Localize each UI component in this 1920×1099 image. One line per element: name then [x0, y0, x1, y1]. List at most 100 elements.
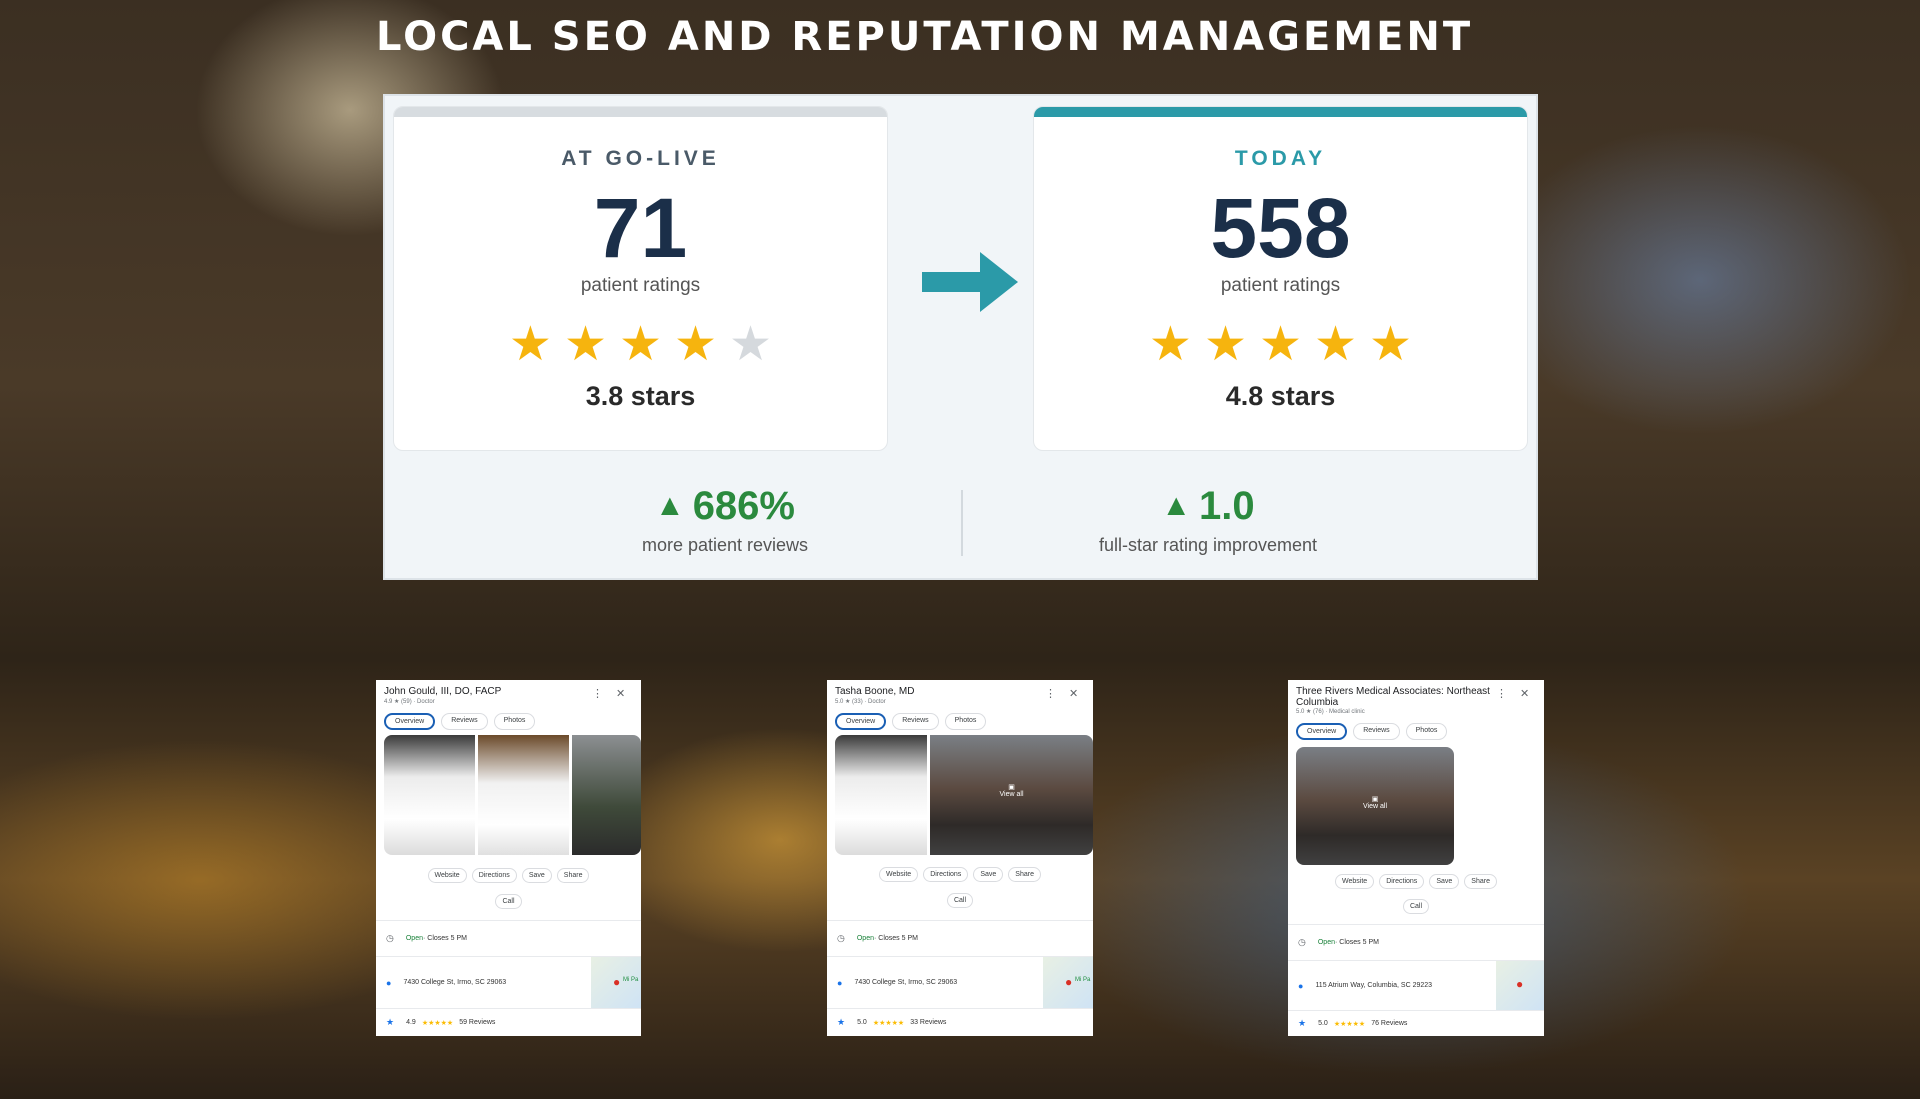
close-icon[interactable]: ✕ [1520, 687, 1529, 700]
tab-overview[interactable]: Overview [1296, 723, 1348, 740]
address-row[interactable]: ● 7430 College St, Irmo, SC 29063 ● Mi P… [827, 956, 1093, 1009]
map-thumbnail[interactable]: ● [1496, 961, 1544, 1011]
star-filled-icon: ★ [1258, 318, 1303, 371]
rating-stars-icon: ★★★★★ [421, 1019, 454, 1027]
tab-photos[interactable]: Photos [493, 713, 536, 730]
address-text: 7430 College St, Irmo, SC 29063 [403, 979, 507, 986]
tab-reviews[interactable]: Reviews [892, 713, 939, 730]
go-live-card: AT GO-LIVE 71 patient ratings ★ ★ ★ ★ ★ 3.8 … [393, 106, 888, 451]
clock-icon: ◷ [837, 933, 845, 943]
tab-overview[interactable]: Overview [835, 713, 887, 730]
listing-card-gould: John Gould, III, DO, FACP 4.9 ★ (59) · D… [376, 680, 641, 1036]
hours-closing: · Closes 5 PM [1334, 939, 1379, 946]
doctor-photo[interactable] [835, 735, 927, 855]
star-filled-icon: ★ [618, 318, 663, 371]
tab-reviews[interactable]: Reviews [441, 713, 488, 730]
more-options-icon[interactable]: ⋮ [1045, 687, 1056, 700]
listing-name: Tasha Boone, MD [835, 686, 915, 697]
rating-stars-icon: ★★★★★ [1333, 1020, 1366, 1028]
go-live-count: 71 [593, 181, 688, 275]
today-card-bar [1034, 107, 1527, 117]
close-icon[interactable]: ✕ [616, 687, 625, 700]
listing-meta: 4.9 ★ (59) · Doctor [384, 699, 435, 705]
star-filled-icon: ★ [1203, 318, 1247, 371]
star-empty-icon: ★ [729, 318, 773, 371]
go-live-label: AT GO-LIVE [561, 147, 720, 170]
call-button[interactable]: Call [1402, 899, 1430, 914]
map-thumbnail[interactable]: ● Mi Pa [591, 957, 641, 1009]
hours-status: Open [856, 935, 874, 942]
doctor-photo[interactable] [477, 735, 569, 855]
directions-button[interactable]: Directions [923, 867, 969, 882]
photos-icon: ▣ [1371, 796, 1379, 803]
listing-card-boone: Tasha Boone, MD 5.0 ★ (33) · Doctor ⋮ ✕ … [827, 680, 1093, 1036]
share-button[interactable]: Share [556, 868, 590, 883]
close-icon[interactable]: ✕ [1069, 687, 1078, 700]
star-icon: ★ [837, 1017, 846, 1027]
map-label: Mi Pa [623, 977, 639, 983]
more-options-icon[interactable]: ⋮ [1496, 687, 1507, 700]
doctor-photo[interactable] [384, 735, 475, 855]
share-button[interactable]: Share [1008, 867, 1041, 882]
location-pin-icon: ● [1298, 980, 1304, 991]
tab-photos[interactable]: Photos [1405, 723, 1448, 740]
share-button[interactable]: Share [1464, 874, 1497, 889]
hours-row[interactable]: ◷ Open · Closes 5 PM [827, 920, 1093, 956]
listing-meta: 5.0 ★ (76) · Medical clinic [1296, 709, 1365, 715]
address-row[interactable]: ● 115 Atrium Way, Columbia, SC 29223 ● [1288, 960, 1544, 1011]
save-button[interactable]: Save [521, 868, 552, 883]
stat-divider [961, 490, 963, 556]
directions-button[interactable]: Directions [1379, 874, 1425, 889]
rating-stat: ▲ 1.0 full-star rating improvement [988, 484, 1428, 556]
directions-button[interactable]: Directions [471, 868, 517, 883]
hours-closing: · Closes 5 PM [422, 935, 467, 942]
map-pin-icon: ● [1065, 975, 1073, 989]
reviews-row[interactable]: ★ 5.0 ★★★★★ 76 Reviews [1288, 1010, 1544, 1036]
location-photo[interactable]: ▣ View all [930, 735, 1093, 855]
star-icon: ★ [1298, 1018, 1307, 1028]
address-text: 7430 College St, Irmo, SC 29063 [854, 979, 958, 986]
location-pin-icon: ● [386, 977, 392, 988]
address-row[interactable]: ● 7430 College St, Irmo, SC 29063 ● Mi P… [376, 956, 641, 1009]
up-triangle-icon: ▲ [1161, 489, 1192, 522]
reviews-row[interactable]: ★ 5.0 ★★★★★ 33 Reviews [827, 1008, 1093, 1036]
location-photo[interactable]: ▣ View all [1296, 747, 1454, 865]
website-button[interactable]: Website [879, 867, 919, 882]
page-headline: LOCAL SEO AND REPUTATION MANAGEMENT [376, 14, 1474, 60]
save-button[interactable]: Save [1429, 874, 1460, 889]
website-button[interactable]: Website [427, 868, 467, 883]
clock-icon: ◷ [1298, 937, 1306, 947]
today-label: TODAY [1234, 147, 1327, 170]
tab-reviews[interactable]: Reviews [1353, 723, 1400, 740]
tab-photos[interactable]: Photos [944, 713, 987, 730]
photos-icon: ▣ [1008, 784, 1015, 791]
call-button[interactable]: Call [946, 893, 974, 908]
hours-closing: · Closes 5 PM [873, 935, 918, 942]
save-button[interactable]: Save [973, 867, 1004, 882]
go-live-count-label: patient ratings [580, 275, 701, 296]
hours-row[interactable]: ◷ Open · Closes 5 PM [1288, 924, 1544, 960]
map-pin-icon: ● [613, 975, 621, 989]
call-button[interactable]: Call [495, 894, 522, 909]
listing-meta: 5.0 ★ (33) · Doctor [835, 699, 886, 705]
today-stars: ★ ★ ★ ★ ★ [1034, 321, 1527, 369]
hours-row[interactable]: ◷ Open · Closes 5 PM [376, 920, 641, 956]
review-count: 76 Reviews [1371, 1020, 1408, 1027]
go-live-stars: ★ ★ ★ ★ ★ [394, 321, 887, 369]
more-options-icon[interactable]: ⋮ [592, 687, 603, 700]
listing-name: Three Rivers Medical Associates: Northea… [1296, 686, 1490, 708]
listing-name: John Gould, III, DO, FACP [384, 686, 502, 697]
review-rating: 5.0 [1318, 1020, 1328, 1027]
star-filled-icon: ★ [674, 318, 718, 371]
location-photo[interactable] [571, 735, 641, 855]
hours-status: Open [1317, 939, 1335, 946]
tab-overview[interactable]: Overview [384, 713, 436, 730]
view-all-label: View all [1363, 803, 1387, 810]
website-button[interactable]: Website [1335, 874, 1375, 889]
view-all-label: View all [999, 791, 1024, 798]
reviews-row[interactable]: ★ 4.9 ★★★★★ 59 Reviews [376, 1008, 641, 1036]
map-thumbnail[interactable]: ● Mi Pa [1043, 957, 1093, 1009]
rating-stars-icon: ★★★★★ [872, 1019, 905, 1027]
today-card: TODAY 558 patient ratings ★ ★ ★ ★ ★ 4.8 star… [1033, 106, 1528, 451]
up-triangle-icon: ▲ [654, 489, 685, 522]
